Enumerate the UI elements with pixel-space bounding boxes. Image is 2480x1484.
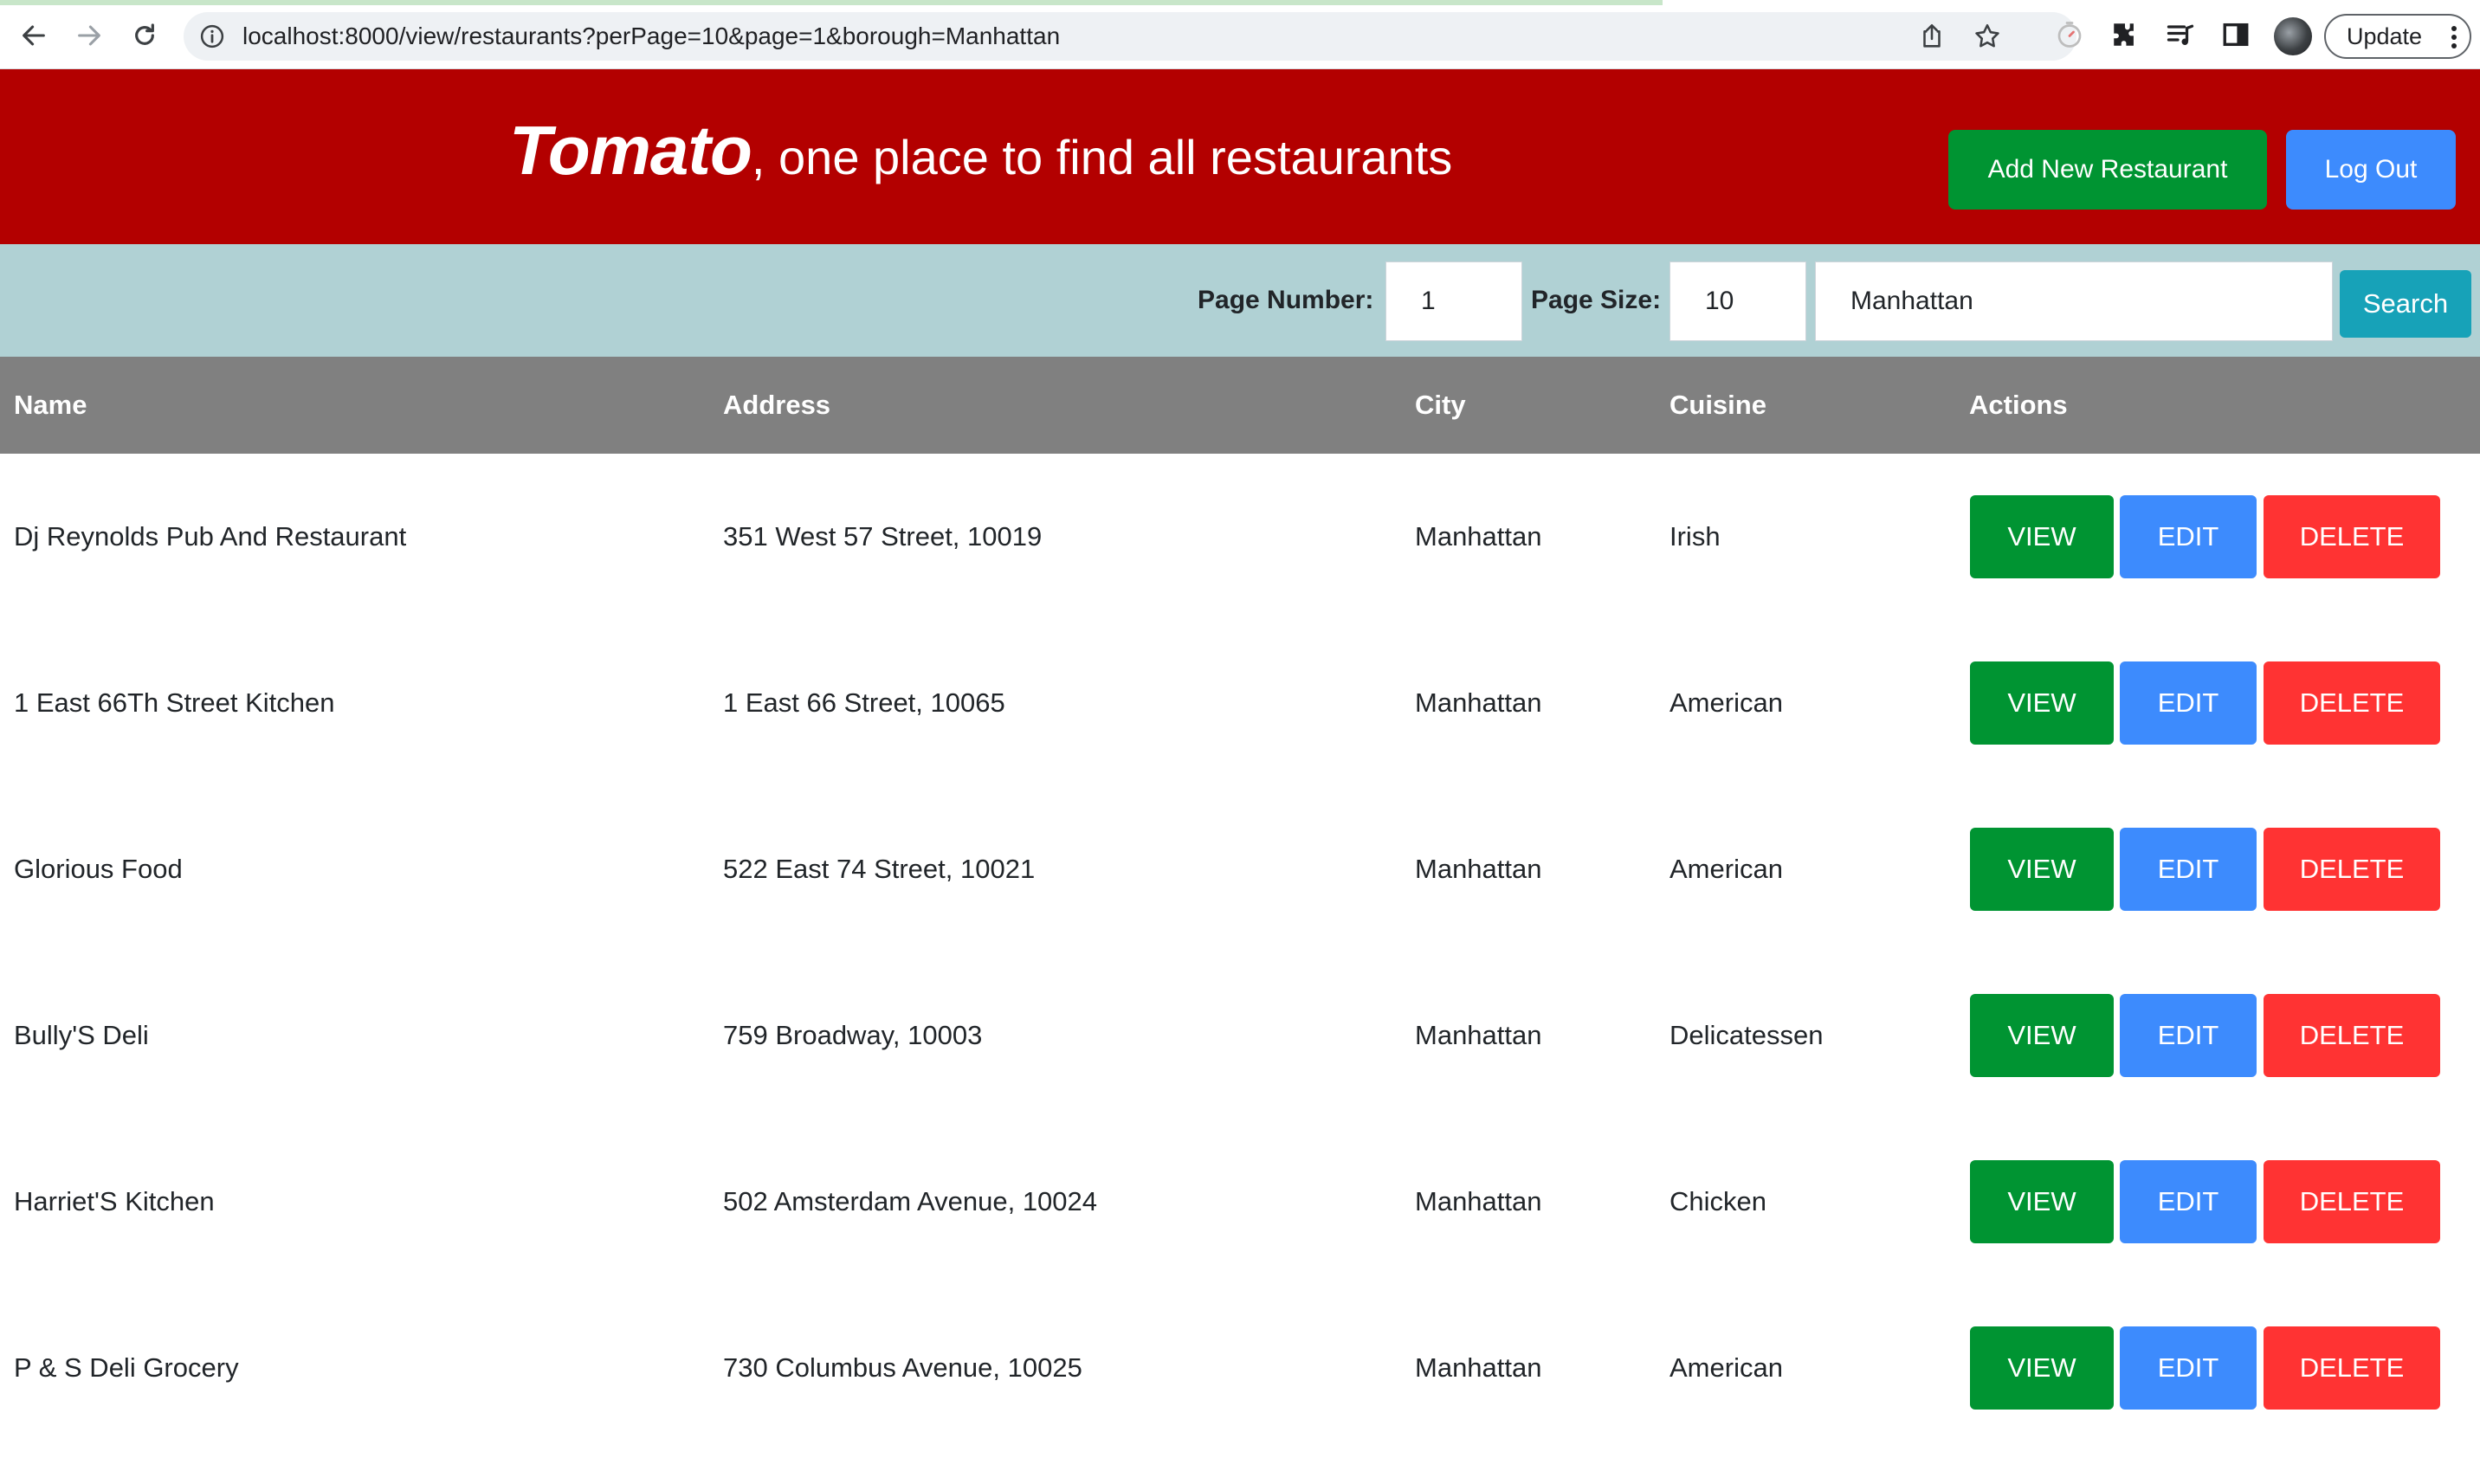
view-button[interactable]: VIEW [1970, 495, 2114, 578]
column-header-cuisine: Cuisine [1669, 390, 1766, 420]
restaurant-city: Manhattan [1415, 1352, 1542, 1383]
restaurant-city: Manhattan [1415, 854, 1542, 884]
restaurant-cuisine: Irish [1669, 521, 1721, 552]
page-number-input[interactable] [1385, 261, 1522, 341]
delete-button[interactable]: DELETE [2264, 828, 2440, 911]
add-new-restaurant-button[interactable]: Add New Restaurant [1948, 130, 2267, 210]
search-toolbar: Page Number: Page Size: Search [0, 244, 2480, 357]
side-panel-icon [2223, 23, 2249, 47]
side-panel-button[interactable] [2218, 17, 2253, 52]
restaurant-address: 759 Broadway, 10003 [723, 1020, 983, 1050]
share-icon[interactable] [1917, 22, 1947, 51]
page-title: Tomato, one place to find all restaurant… [509, 111, 1452, 190]
restaurant-address: 351 West 57 Street, 10019 [723, 521, 1043, 552]
stopwatch-icon [2057, 22, 2082, 48]
edit-button[interactable]: EDIT [2120, 828, 2257, 911]
restaurant-name: Dj Reynolds Pub And Restaurant [14, 521, 407, 552]
delete-button[interactable]: DELETE [2264, 661, 2440, 745]
bookmark-star-icon[interactable] [1973, 22, 2002, 51]
edit-button[interactable]: EDIT [2120, 1326, 2257, 1410]
arrow-right-icon [78, 25, 100, 46]
reload-icon [135, 23, 154, 45]
info-icon[interactable] [199, 23, 225, 49]
table-row: Bully'S Deli 759 Broadway, 10003 Manhatt… [0, 952, 2480, 1119]
restaurants-table: Name Address City Cuisine Actions Dj Rey… [0, 357, 2480, 1451]
extensions-button[interactable] [2108, 17, 2142, 52]
page-load-progress [0, 0, 1663, 5]
restaurant-cuisine: Delicatessen [1669, 1020, 1824, 1050]
view-button[interactable]: VIEW [1970, 1326, 2114, 1410]
borough-search-input[interactable] [1815, 261, 2333, 341]
column-header-name: Name [14, 390, 87, 420]
edit-button[interactable]: EDIT [2120, 1160, 2257, 1243]
brand-tagline: , one place to find all restaurants [751, 130, 1453, 184]
table-row: 1 East 66Th Street Kitchen 1 East 66 Str… [0, 620, 2480, 786]
restaurant-address: 1 East 66 Street, 10065 [723, 687, 1005, 718]
column-header-address: Address [723, 390, 831, 420]
puzzle-icon [2114, 23, 2134, 46]
delete-button[interactable]: DELETE [2264, 1326, 2440, 1410]
media-control-button[interactable] [2163, 17, 2198, 52]
restaurant-address: 522 East 74 Street, 10021 [723, 854, 1036, 884]
restaurant-cuisine: American [1669, 1352, 1783, 1383]
profile-avatar[interactable] [2274, 17, 2312, 55]
update-label: Update [2347, 23, 2423, 49]
browser-toolbar: localhost:8000/view/restaurants?perPage=… [0, 0, 2480, 69]
table-row: Glorious Food 522 East 74 Street, 10021 … [0, 786, 2480, 952]
reload-button[interactable] [125, 16, 165, 55]
restaurant-city: Manhattan [1415, 1186, 1542, 1216]
restaurant-name: Bully'S Deli [14, 1020, 149, 1050]
restaurant-city: Manhattan [1415, 1020, 1542, 1050]
brand-name: Tomato [509, 112, 752, 189]
restaurant-cuisine: American [1669, 687, 1783, 718]
table-row: Harriet'S Kitchen 502 Amsterdam Avenue, … [0, 1119, 2480, 1285]
delete-button[interactable]: DELETE [2264, 1160, 2440, 1243]
update-button[interactable]: Update [2324, 14, 2471, 59]
forward-button[interactable] [69, 16, 109, 55]
more-vertical-icon [2451, 26, 2457, 48]
view-button[interactable]: VIEW [1970, 828, 2114, 911]
restaurant-name: 1 East 66Th Street Kitchen [14, 687, 335, 718]
view-button[interactable]: VIEW [1970, 1160, 2114, 1243]
edit-button[interactable]: EDIT [2120, 495, 2257, 578]
search-button[interactable]: Search [2340, 270, 2471, 338]
playlist-music-icon [2167, 24, 2194, 45]
restaurant-address: 502 Amsterdam Avenue, 10024 [723, 1186, 1098, 1216]
restaurant-name: P & S Deli Grocery [14, 1352, 239, 1383]
delete-button[interactable]: DELETE [2264, 994, 2440, 1077]
edit-button[interactable]: EDIT [2120, 994, 2257, 1077]
view-button[interactable]: VIEW [1970, 661, 2114, 745]
extension-timer-icon[interactable] [2052, 17, 2087, 52]
back-button[interactable] [14, 16, 54, 55]
log-out-button[interactable]: Log Out [2286, 130, 2456, 210]
restaurant-city: Manhattan [1415, 521, 1542, 552]
page-size-label: Page Size: [1531, 286, 1662, 314]
edit-button[interactable]: EDIT [2120, 661, 2257, 745]
restaurant-cuisine: Chicken [1669, 1186, 1766, 1216]
app-header: Tomato, one place to find all restaurant… [0, 69, 2480, 244]
column-header-city: City [1415, 390, 1466, 420]
table-row: Dj Reynolds Pub And Restaurant 351 West … [0, 454, 2480, 620]
restaurant-name: Harriet'S Kitchen [14, 1186, 215, 1216]
table-header: Name Address City Cuisine Actions [0, 357, 2480, 454]
address-bar[interactable]: localhost:8000/view/restaurants?perPage=… [184, 12, 2076, 61]
delete-button[interactable]: DELETE [2264, 495, 2440, 578]
url-text[interactable]: localhost:8000/view/restaurants?perPage=… [242, 12, 1060, 61]
restaurant-name: Glorious Food [14, 854, 183, 884]
page-number-label: Page Number: [1198, 286, 1374, 314]
table-row: P & S Deli Grocery 730 Columbus Avenue, … [0, 1285, 2480, 1451]
page-size-input[interactable] [1669, 261, 1806, 341]
restaurant-city: Manhattan [1415, 687, 1542, 718]
restaurant-address: 730 Columbus Avenue, 10025 [723, 1352, 1082, 1383]
restaurant-cuisine: American [1669, 854, 1783, 884]
view-button[interactable]: VIEW [1970, 994, 2114, 1077]
column-header-actions: Actions [1969, 390, 2068, 420]
arrow-left-icon [23, 25, 45, 46]
